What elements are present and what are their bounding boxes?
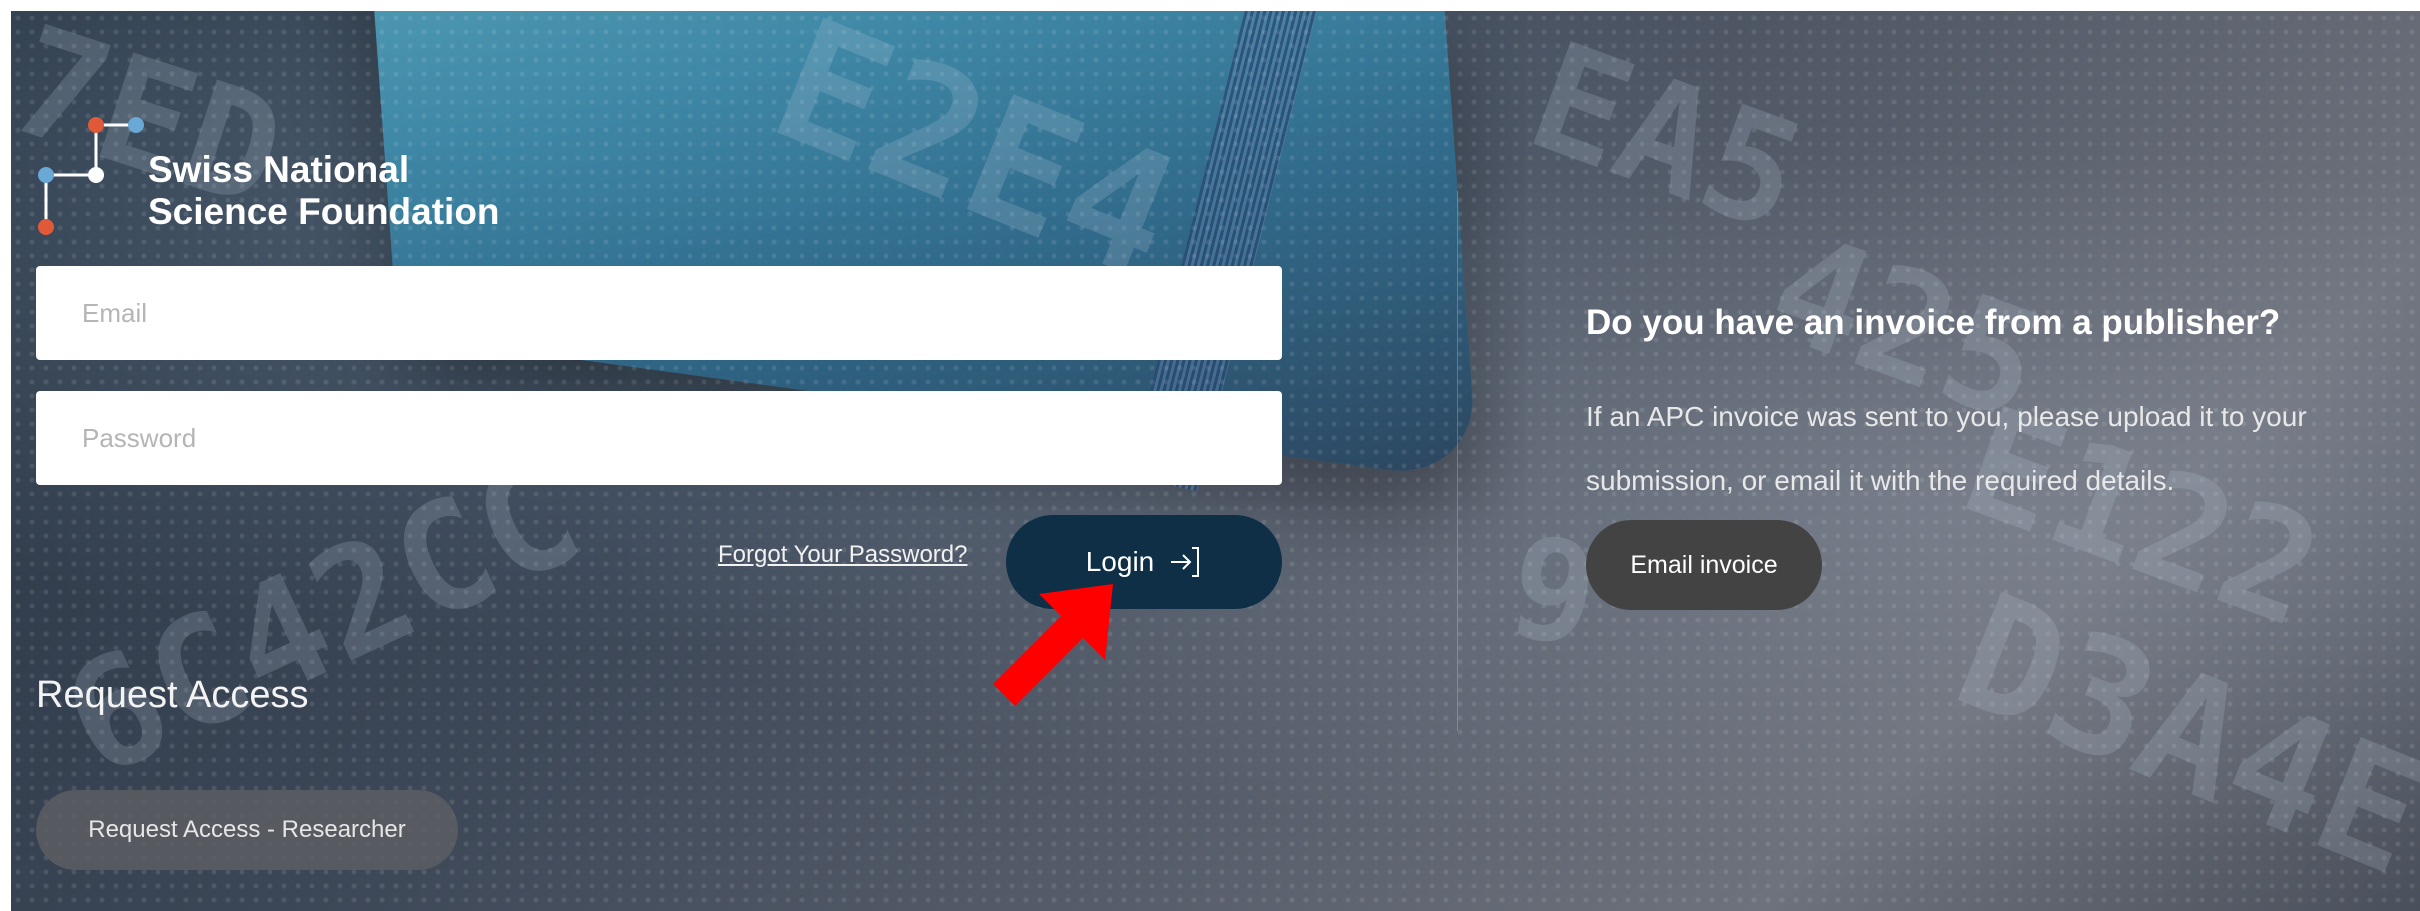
request-access-heading: Request Access bbox=[36, 674, 309, 716]
password-input[interactable] bbox=[36, 391, 1282, 485]
background-hex-text: D3A4E bbox=[1933, 557, 2420, 911]
red-arrow-annotation-icon bbox=[993, 584, 1113, 706]
sign-in-icon bbox=[1171, 547, 1200, 577]
logo-line-1: Swiss National bbox=[148, 149, 410, 190]
background-hex-text: EA5 bbox=[1509, 11, 1824, 267]
login-button-label: Login bbox=[1085, 546, 1155, 577]
email-input[interactable] bbox=[36, 266, 1282, 360]
logo-mark-icon bbox=[38, 117, 144, 235]
snsf-logo: Swiss National Science Foundation bbox=[36, 105, 536, 235]
panel-divider bbox=[1457, 191, 1458, 731]
forgot-password-link[interactable]: Forgot Your Password? bbox=[718, 541, 967, 569]
email-invoice-button[interactable]: Email invoice bbox=[1586, 520, 1822, 610]
logo-line-2: Science Foundation bbox=[148, 191, 500, 232]
request-access-researcher-button[interactable]: Request Access - Researcher bbox=[36, 790, 458, 870]
invoice-description: If an APC invoice was sent to you, pleas… bbox=[1586, 401, 2307, 496]
invoice-heading: Do you have an invoice from a publisher? bbox=[1586, 303, 2281, 342]
background-hex-text: 9 bbox=[1497, 504, 1609, 681]
logo-wordmark: Swiss National Science Foundation bbox=[148, 149, 500, 233]
